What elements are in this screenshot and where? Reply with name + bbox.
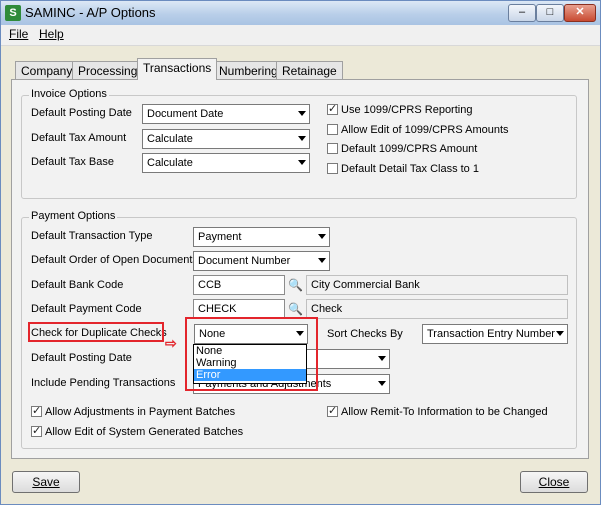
chevron-down-icon bbox=[298, 111, 306, 116]
search-icon[interactable]: 🔍 bbox=[288, 302, 303, 316]
close-button[interactable]: Close bbox=[520, 471, 588, 493]
invoice-options-title: Invoice Options bbox=[29, 88, 109, 100]
chevron-down-icon bbox=[298, 160, 306, 165]
default-tax-amount-select[interactable]: Calculate bbox=[142, 129, 310, 149]
checkbox-checked-icon bbox=[327, 404, 338, 417]
menu-file[interactable]: File bbox=[9, 27, 28, 41]
chevron-down-icon bbox=[318, 234, 326, 239]
save-button[interactable]: Save bbox=[12, 471, 80, 493]
chevron-down-icon bbox=[378, 381, 386, 386]
default-transaction-type-label: Default Transaction Type bbox=[31, 230, 153, 242]
default-tax-base-select[interactable]: Calculate bbox=[142, 153, 310, 173]
payment-code-description: Check bbox=[306, 299, 568, 319]
checkbox-icon bbox=[327, 124, 338, 135]
include-pending-label: Include Pending Transactions bbox=[31, 377, 176, 389]
app-icon: S bbox=[5, 5, 21, 21]
tab-transactions[interactable]: Transactions bbox=[137, 58, 218, 80]
allow-adjustments-checkbox[interactable]: Allow Adjustments in Payment Batches bbox=[31, 404, 235, 418]
chevron-down-icon bbox=[298, 136, 306, 141]
checkbox-checked-icon bbox=[31, 424, 42, 437]
payment-code-input[interactable]: CHECK bbox=[193, 299, 285, 319]
menu-help[interactable]: Help bbox=[39, 27, 64, 41]
default-payment-code-label: Default Payment Code bbox=[31, 303, 142, 315]
default-order-open-docs-select[interactable]: Document Number bbox=[193, 251, 330, 271]
default-detail-tax-class-checkbox[interactable]: Default Detail Tax Class to 1 bbox=[327, 163, 479, 175]
default-bank-code-label: Default Bank Code bbox=[31, 279, 124, 291]
sort-checks-by-select[interactable]: Transaction Entry Number bbox=[422, 324, 568, 344]
default-order-open-docs-label: Default Order of Open Documents bbox=[31, 254, 198, 266]
chevron-down-icon bbox=[318, 258, 326, 263]
annotation-arrow-icon: ⇨ bbox=[165, 335, 177, 351]
chevron-down-icon bbox=[378, 356, 386, 361]
menu-bar: File Help bbox=[1, 25, 600, 46]
maximize-button[interactable]: □ bbox=[536, 4, 564, 22]
tab-processing[interactable]: Processing bbox=[72, 61, 144, 79]
title-bar: S SAMINC - A/P Options – □ ✕ bbox=[1, 1, 600, 26]
allow-edit-1099-checkbox[interactable]: Allow Edit of 1099/CPRS Amounts bbox=[327, 124, 509, 136]
close-window-button[interactable]: ✕ bbox=[564, 4, 596, 22]
checkbox-checked-icon bbox=[31, 404, 42, 417]
window-title: SAMINC - A/P Options bbox=[25, 5, 156, 20]
use-1099-checkbox[interactable]: Use 1099/CPRS Reporting bbox=[327, 102, 472, 116]
bank-description: City Commercial Bank bbox=[306, 275, 568, 295]
checkbox-icon bbox=[327, 143, 338, 154]
allow-edit-system-batches-checkbox[interactable]: Allow Edit of System Generated Batches bbox=[31, 424, 243, 438]
default-posting-date-select[interactable]: Document Date bbox=[142, 104, 310, 124]
minimize-button[interactable]: – bbox=[508, 4, 536, 22]
annotation-box-dropdown bbox=[185, 317, 318, 391]
checkbox-icon bbox=[327, 163, 338, 174]
default-tax-base-label: Default Tax Base bbox=[31, 156, 114, 168]
annotation-box-label bbox=[28, 322, 164, 342]
payment-options-title: Payment Options bbox=[29, 210, 118, 222]
options-window: S SAMINC - A/P Options – □ ✕ File Help C… bbox=[0, 0, 601, 505]
tab-retainage[interactable]: Retainage bbox=[276, 61, 343, 79]
default-1099-amount-checkbox[interactable]: Default 1099/CPRS Amount bbox=[327, 143, 477, 155]
default-posting-date-label: Default Posting Date bbox=[31, 107, 132, 119]
bank-code-input[interactable]: CCB bbox=[193, 275, 285, 295]
chevron-down-icon bbox=[556, 331, 564, 336]
default-tax-amount-label: Default Tax Amount bbox=[31, 132, 127, 144]
allow-remit-to-checkbox[interactable]: Allow Remit-To Information to be Changed bbox=[327, 404, 548, 418]
search-icon[interactable]: 🔍 bbox=[288, 278, 303, 292]
default-transaction-type-select[interactable]: Payment bbox=[193, 227, 330, 247]
payment-default-posting-date-label: Default Posting Date bbox=[31, 352, 132, 364]
tab-company[interactable]: Company bbox=[15, 61, 79, 79]
tab-numbering[interactable]: Numbering bbox=[213, 61, 284, 79]
checkbox-checked-icon bbox=[327, 102, 338, 115]
sort-checks-by-label: Sort Checks By bbox=[327, 328, 403, 340]
